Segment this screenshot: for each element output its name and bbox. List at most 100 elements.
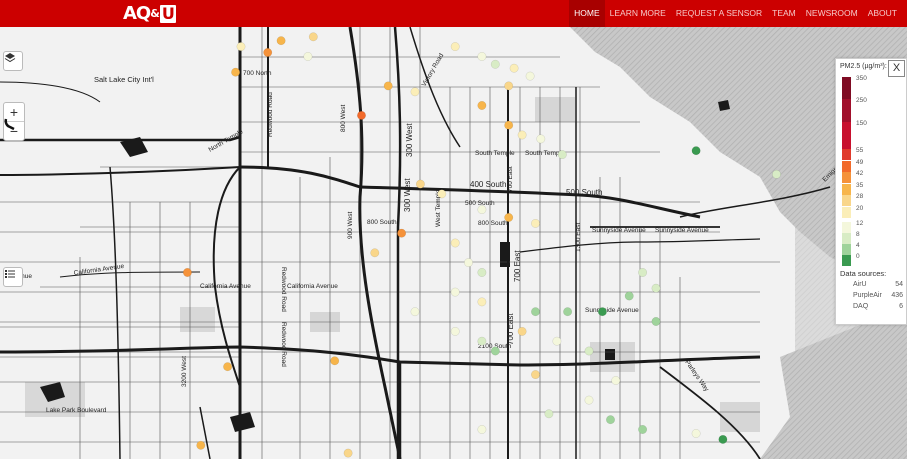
main-nav: HOME LEARN MORE REQUEST A SENSOR TEAM NE…	[569, 0, 897, 27]
sensor-marker[interactable]	[477, 268, 487, 277]
legend-close-button[interactable]: X	[888, 60, 905, 77]
sensor-marker[interactable]	[531, 370, 540, 380]
legend-tick-label: 8	[856, 231, 860, 238]
sensor-marker[interactable]	[450, 238, 460, 248]
sensor-marker[interactable]	[477, 297, 487, 307]
sensor-marker[interactable]	[464, 258, 473, 268]
sensor-marker[interactable]	[638, 425, 648, 434]
nav-about[interactable]: ABOUT	[863, 0, 902, 27]
sensor-marker[interactable]	[477, 205, 487, 215]
legend-swatch	[842, 161, 851, 172]
sensor-marker[interactable]	[490, 346, 500, 356]
source-airu: AirU 54	[853, 281, 903, 288]
sensor-marker[interactable]	[772, 169, 781, 179]
sensor-marker[interactable]	[383, 81, 393, 91]
sensor-marker[interactable]	[552, 336, 562, 346]
sensor-marker[interactable]	[490, 59, 500, 69]
label-1300-east: 1300 East	[575, 223, 582, 252]
legend-swatch	[842, 244, 851, 255]
sensor-marker[interactable]	[357, 110, 366, 120]
source-daq: DAQ 6	[853, 303, 903, 310]
label-300-west-m: 300 West	[403, 178, 412, 212]
sensor-marker[interactable]	[410, 307, 420, 317]
sensor-marker[interactable]	[504, 81, 514, 91]
label-california-e: California Avenue	[287, 283, 338, 290]
map-view[interactable]: Salt Lake City Int'l 700 North Redwood R…	[0, 27, 907, 459]
sensor-marker[interactable]	[437, 189, 447, 199]
nav-newsroom[interactable]: NEWSROOM	[801, 0, 863, 27]
legend-tick-label: 0	[856, 253, 860, 260]
sensor-marker[interactable]	[182, 268, 192, 277]
legend-tick-label: 42	[856, 170, 864, 177]
sensor-marker[interactable]	[651, 283, 661, 293]
sensor-marker[interactable]	[597, 307, 607, 317]
sensor-marker[interactable]	[477, 336, 487, 346]
sensor-marker[interactable]	[509, 63, 519, 73]
sensor-marker[interactable]	[517, 326, 527, 336]
sensor-marker[interactable]	[584, 346, 594, 356]
sensor-marker[interactable]	[531, 218, 540, 228]
legend-tick-label: 28	[856, 193, 864, 200]
legend-swatch	[842, 99, 851, 122]
sensor-marker[interactable]	[236, 42, 246, 52]
sensor-marker[interactable]	[308, 32, 318, 42]
sensor-marker[interactable]	[276, 36, 286, 46]
sensor-marker[interactable]	[624, 291, 634, 301]
sensor-marker[interactable]	[544, 409, 554, 419]
lasso-icon	[4, 118, 15, 131]
sensor-marker[interactable]	[611, 376, 621, 385]
legend-tick-label: 20	[856, 205, 864, 212]
sensor-marker[interactable]	[477, 425, 487, 434]
sensor-marker[interactable]	[651, 317, 661, 326]
label-redwood-road-m: Redwood Road	[280, 267, 287, 312]
sensor-marker[interactable]	[450, 326, 460, 336]
legend-swatch	[842, 172, 851, 183]
legend-tick-label: 250	[856, 97, 867, 104]
sensor-marker[interactable]	[691, 429, 701, 438]
source-daq-name: DAQ	[853, 303, 869, 310]
sensor-marker[interactable]	[410, 87, 420, 97]
sensor-marker[interactable]	[477, 101, 487, 110]
layers-icon	[4, 53, 16, 63]
legend-tick-label: 35	[856, 182, 864, 189]
legend-tick-label: 350	[856, 75, 867, 82]
list-icon	[5, 270, 15, 278]
sensor-marker[interactable]	[638, 268, 648, 277]
sensor-marker[interactable]	[557, 150, 567, 160]
nav-team[interactable]: TEAM	[767, 0, 801, 27]
sensor-marker[interactable]	[450, 287, 460, 297]
list-button[interactable]	[3, 267, 23, 287]
nav-request-sensor[interactable]: REQUEST A SENSOR	[671, 0, 767, 27]
sensor-marker[interactable]	[517, 130, 527, 140]
sensor-marker[interactable]	[370, 248, 380, 258]
sensor-marker[interactable]	[303, 52, 313, 61]
sensor-marker[interactable]	[223, 362, 233, 372]
nav-learn-more[interactable]: LEARN MORE	[605, 0, 671, 27]
sensor-marker[interactable]	[263, 48, 273, 57]
sensor-marker[interactable]	[343, 448, 353, 458]
sensor-marker[interactable]	[536, 134, 546, 144]
aq-u-logo[interactable]: AQ& U	[123, 2, 176, 25]
sensor-marker[interactable]	[531, 307, 540, 317]
sensor-marker[interactable]	[477, 52, 487, 61]
sensor-marker[interactable]	[691, 146, 701, 156]
sensor-marker[interactable]	[563, 307, 573, 317]
sensor-marker[interactable]	[415, 179, 425, 189]
label-700-north: 700 North	[243, 70, 272, 77]
sensor-marker[interactable]	[504, 213, 514, 222]
sensor-marker[interactable]	[196, 440, 206, 450]
layers-button[interactable]	[3, 51, 23, 71]
nav-home[interactable]: HOME	[569, 0, 605, 27]
sensor-marker[interactable]	[606, 415, 615, 425]
sensor-marker[interactable]	[718, 434, 728, 444]
sensor-marker[interactable]	[330, 356, 340, 366]
sensor-marker[interactable]	[525, 71, 535, 81]
sensor-marker[interactable]	[231, 67, 241, 77]
sensor-marker[interactable]	[397, 228, 407, 238]
legend-swatch	[842, 77, 851, 99]
sensor-marker[interactable]	[504, 120, 514, 130]
label-sunnyside: Sunnyside Avenue	[592, 227, 646, 234]
sensor-marker[interactable]	[584, 395, 594, 405]
sensor-marker[interactable]	[450, 42, 460, 52]
lasso-button[interactable]	[3, 117, 21, 135]
